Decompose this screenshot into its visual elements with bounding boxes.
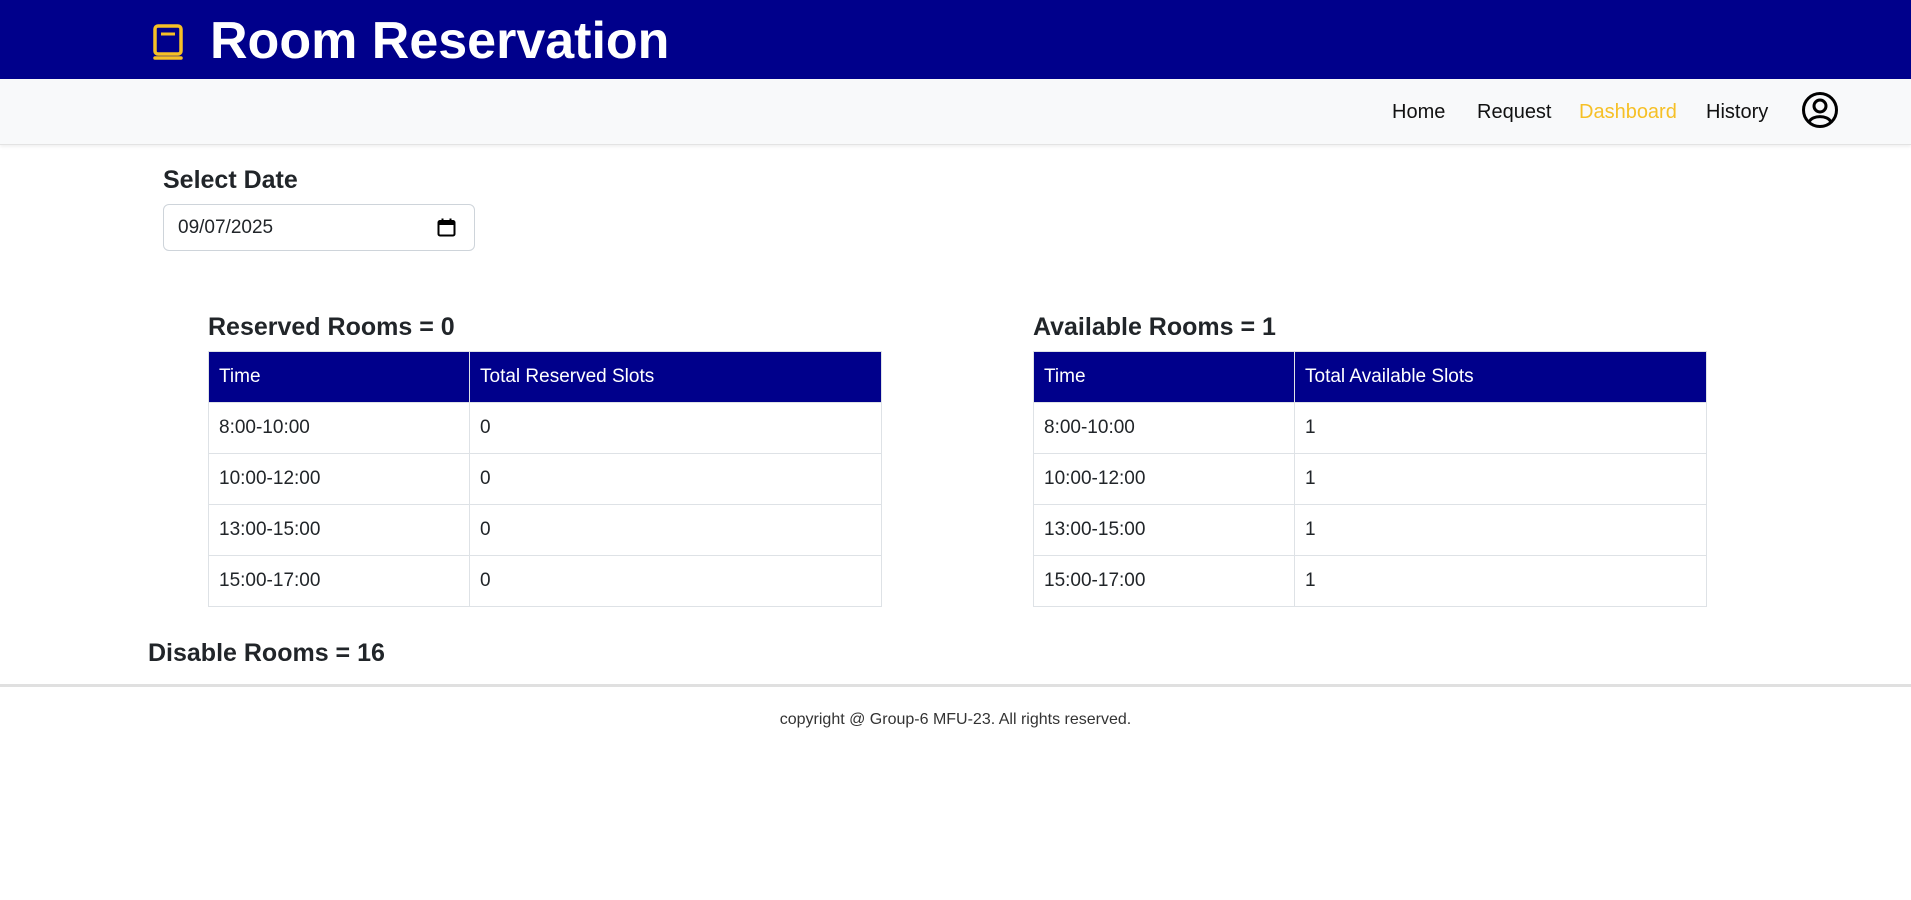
- column-header-reserved-slots: Total Reserved Slots: [469, 351, 882, 403]
- table-row: 10:00-12:00 1: [1033, 453, 1707, 505]
- time-cell: 10:00-12:00: [208, 453, 470, 505]
- time-cell: 15:00-17:00: [1033, 555, 1295, 607]
- available-count-cell: 1: [1294, 504, 1707, 556]
- time-cell: 15:00-17:00: [208, 555, 470, 607]
- table-row: 15:00-17:00 0: [208, 555, 882, 607]
- available-count-cell: 1: [1294, 453, 1707, 505]
- time-cell: 10:00-12:00: [1033, 453, 1295, 505]
- calendar-icon[interactable]: [437, 218, 456, 237]
- book-icon: [153, 24, 183, 60]
- table-row: 8:00-10:00 1: [1033, 402, 1707, 454]
- select-date-label: Select Date: [163, 166, 298, 194]
- reserved-count-cell: 0: [469, 402, 882, 454]
- nav-history[interactable]: History: [1706, 93, 1768, 131]
- available-rooms-table: Time Total Available Slots 8:00-10:00 1 …: [1033, 351, 1707, 607]
- disable-rooms-heading: Disable Rooms = 16: [148, 639, 385, 667]
- date-value: 09/07/2025: [178, 217, 274, 238]
- table-row: 13:00-15:00 1: [1033, 504, 1707, 556]
- available-count-cell: 1: [1294, 402, 1707, 454]
- reserved-count-cell: 0: [469, 504, 882, 556]
- header-bar: Room Reservation: [0, 0, 1911, 79]
- footer-copyright: copyright @ Group-6 MFU-23. All rights r…: [779, 711, 1132, 728]
- nav-request[interactable]: Request: [1477, 93, 1552, 131]
- navbar: Home Request Dashboard History: [0, 79, 1911, 145]
- time-cell: 13:00-15:00: [1033, 504, 1295, 556]
- table-row: 10:00-12:00 0: [208, 453, 882, 505]
- table-header-row: Time Total Available Slots: [1033, 351, 1707, 403]
- app-title: Room Reservation: [210, 12, 670, 70]
- user-circle-icon[interactable]: [1801, 91, 1839, 129]
- column-header-available-slots: Total Available Slots: [1294, 351, 1707, 403]
- available-count-cell: 1: [1294, 555, 1707, 607]
- table-row: 15:00-17:00 1: [1033, 555, 1707, 607]
- date-input[interactable]: 09/07/2025: [163, 204, 475, 251]
- time-cell: 8:00-10:00: [1033, 402, 1295, 454]
- nav-home[interactable]: Home: [1392, 93, 1445, 131]
- footer-divider: [0, 684, 1911, 687]
- reserved-count-cell: 0: [469, 453, 882, 505]
- time-cell: 13:00-15:00: [208, 504, 470, 556]
- table-header-row: Time Total Reserved Slots: [208, 351, 882, 403]
- column-header-time: Time: [1033, 351, 1295, 403]
- column-header-time: Time: [208, 351, 470, 403]
- time-cell: 8:00-10:00: [208, 402, 470, 454]
- reserved-rooms-table: Time Total Reserved Slots 8:00-10:00 0 1…: [208, 351, 882, 607]
- table-row: 13:00-15:00 0: [208, 504, 882, 556]
- nav-dashboard[interactable]: Dashboard: [1579, 93, 1677, 131]
- reserved-rooms-heading: Reserved Rooms = 0: [208, 313, 455, 341]
- table-row: 8:00-10:00 0: [208, 402, 882, 454]
- available-rooms-heading: Available Rooms = 1: [1033, 313, 1276, 341]
- reserved-count-cell: 0: [469, 555, 882, 607]
